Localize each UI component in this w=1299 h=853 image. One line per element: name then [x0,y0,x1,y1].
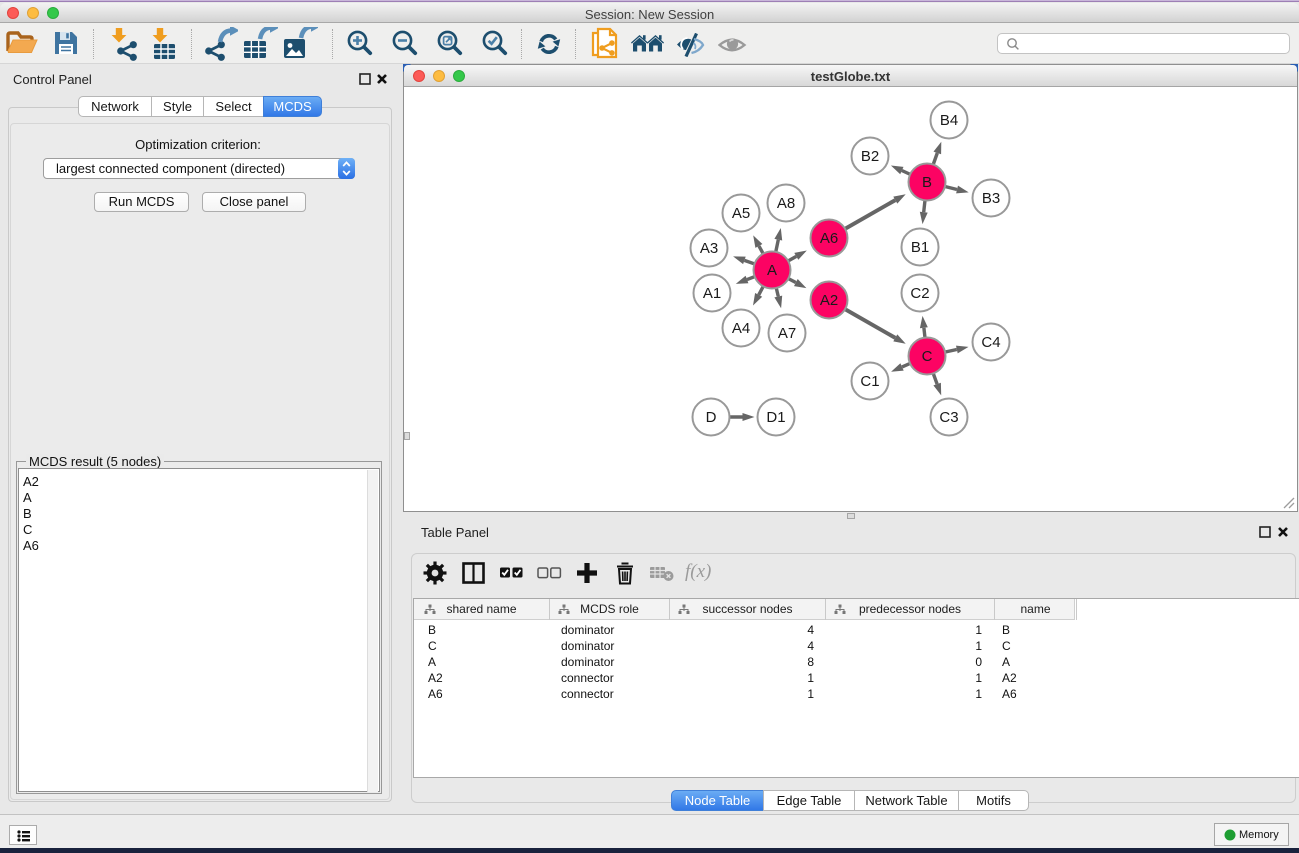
svg-text:A7: A7 [778,325,796,342]
svg-text:A4: A4 [732,320,750,337]
svg-text:B: B [922,174,932,191]
svg-text:C3: C3 [939,409,958,426]
svg-text:C4: C4 [981,334,1000,351]
svg-text:A8: A8 [777,195,795,212]
svg-text:D1: D1 [766,409,785,426]
svg-text:D: D [706,409,717,426]
svg-text:B3: B3 [982,190,1000,207]
svg-text:A3: A3 [700,240,718,257]
svg-text:A: A [767,262,777,279]
svg-text:C1: C1 [860,373,879,390]
svg-text:A2: A2 [820,292,838,309]
svg-text:B1: B1 [911,239,929,256]
svg-text:A1: A1 [703,285,721,302]
svg-text:A5: A5 [732,205,750,222]
svg-text:B2: B2 [861,148,879,165]
svg-text:C: C [922,348,933,365]
svg-text:A6: A6 [820,230,838,247]
svg-text:C2: C2 [910,285,929,302]
svg-text:B4: B4 [940,112,958,129]
